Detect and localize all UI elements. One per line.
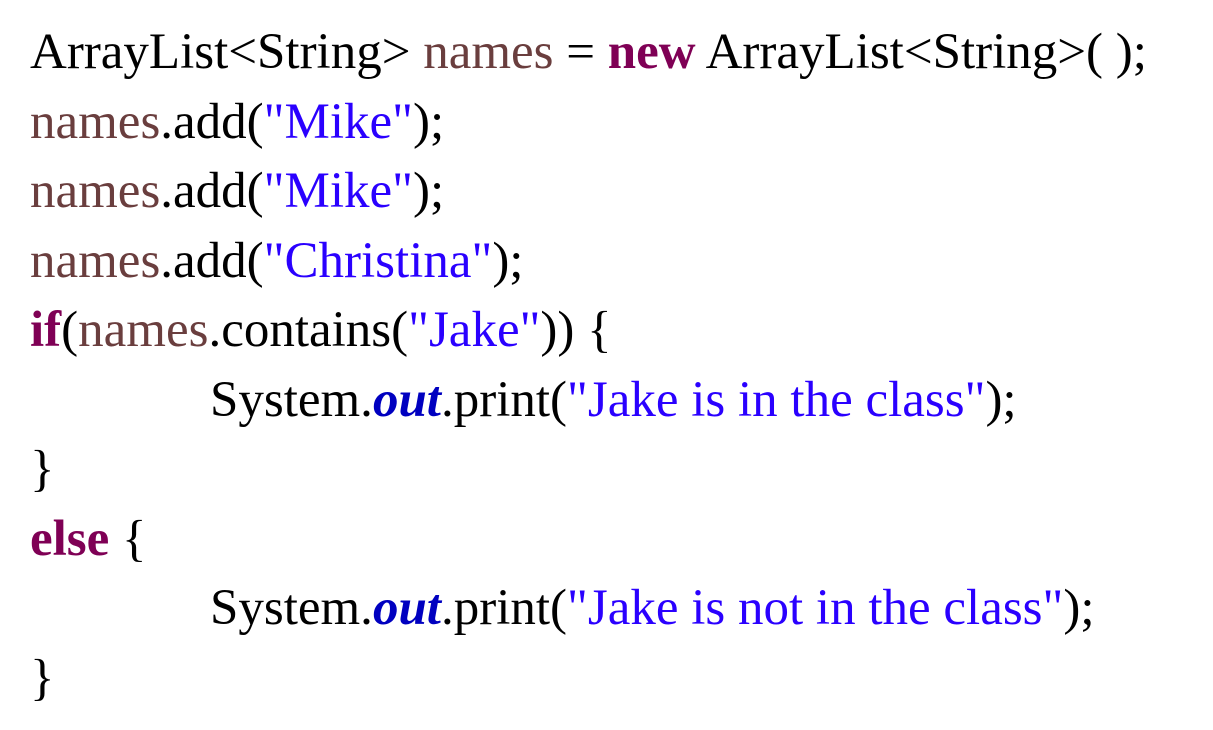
code-text: System. [210, 580, 373, 636]
code-text: } [30, 441, 55, 497]
code-line: ArrayList<String> names = new ArrayList<… [30, 18, 1147, 88]
code-keyword: new [607, 24, 696, 80]
code-text: = [553, 24, 608, 80]
code-line: System.out.print("Jake is in the class")… [30, 366, 1147, 436]
code-line: } [30, 435, 1147, 505]
code-text: .print( [440, 371, 568, 428]
code-field: out [372, 580, 441, 636]
code-line: else { [30, 505, 1147, 575]
code-string: "Christina" [263, 232, 493, 289]
code-text: ); [412, 163, 445, 219]
code-text: System. [210, 371, 373, 428]
code-field: out [372, 371, 441, 428]
code-text: } [30, 649, 55, 706]
code-text: ( [61, 302, 79, 358]
code-text: .contains( [208, 302, 409, 358]
code-variable: names [30, 163, 161, 219]
code-block: ArrayList<String> names = new ArrayList<… [30, 18, 1147, 713]
code-text: .add( [160, 232, 264, 289]
code-line: System.out.print("Jake is not in the cla… [30, 574, 1147, 644]
code-line: names.add("Christina"); [30, 227, 1147, 297]
code-text: { [109, 510, 147, 567]
code-string: "Mike" [263, 163, 413, 219]
code-keyword: if [30, 302, 62, 358]
code-line: names.add("Mike"); [30, 157, 1147, 227]
code-text: ); [985, 371, 1017, 428]
code-string: "Jake" [408, 302, 541, 358]
code-text: ArrayList<String> [30, 24, 424, 80]
code-variable: names [30, 93, 161, 150]
code-text: ArrayList<String>( ); [695, 24, 1147, 80]
code-text: )) { [540, 302, 612, 358]
code-line: } [30, 644, 1147, 714]
code-text: .add( [160, 93, 264, 150]
code-variable: names [30, 232, 161, 289]
code-string: "Jake is in the class" [567, 371, 986, 428]
code-string: "Mike" [263, 93, 413, 150]
code-line: names.add("Mike"); [30, 88, 1147, 158]
code-variable: names [78, 302, 209, 358]
code-text: .print( [440, 580, 568, 636]
code-variable: names [423, 24, 554, 80]
code-text: ); [1063, 580, 1095, 636]
code-text: ); [492, 232, 524, 289]
code-line: if(names.contains("Jake")) { [30, 296, 1147, 366]
code-string: "Jake is not in the class" [567, 580, 1064, 636]
code-text: ); [412, 93, 445, 150]
code-text: .add( [160, 163, 264, 219]
code-keyword: else [30, 510, 110, 567]
